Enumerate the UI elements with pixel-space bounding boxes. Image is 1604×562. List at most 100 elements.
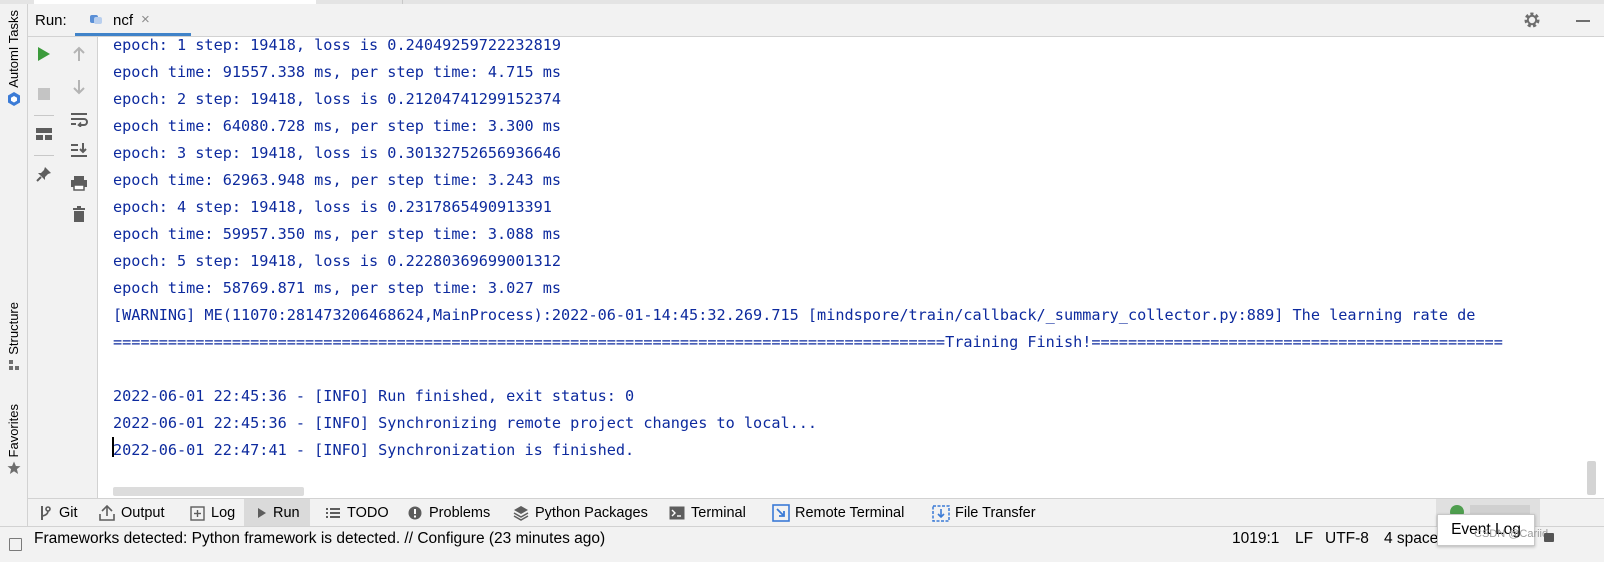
structure-icon — [8, 359, 19, 370]
console-output[interactable]: epoch: 1 step: 19418, loss is 0.24049259… — [98, 37, 1604, 498]
tab-output[interactable]: Output — [98, 499, 165, 527]
tab-remote-terminal[interactable]: Remote Terminal — [772, 499, 904, 527]
tab-log[interactable]: Log — [188, 499, 235, 527]
square-icon[interactable] — [9, 538, 22, 551]
trash-icon — [73, 206, 85, 222]
vertical-scrollbar[interactable] — [1587, 461, 1596, 495]
clear-all-button[interactable] — [66, 201, 92, 227]
rerun-button[interactable] — [31, 41, 57, 67]
soft-wrap-button[interactable] — [66, 106, 92, 132]
scroll-to-end-icon — [71, 143, 87, 157]
tab-terminal[interactable]: Terminal — [668, 499, 746, 527]
tab-git-label: Git — [59, 505, 78, 521]
info-icon — [406, 504, 424, 522]
close-icon[interactable]: × — [141, 11, 150, 28]
structure-tab[interactable]: Structure — [0, 302, 27, 371]
text-caret — [112, 437, 114, 457]
tab-file-transfer-label: File Transfer — [955, 505, 1036, 521]
run-label: Run: — [35, 12, 67, 29]
console-line: epoch: 2 step: 19418, loss is 0.21204741… — [113, 90, 562, 108]
print-icon — [71, 176, 87, 191]
git-branch-icon — [36, 504, 54, 522]
tab-problems-label: Problems — [429, 505, 491, 521]
automl-tasks-label: AutomI Tasks — [6, 10, 21, 88]
left-tool-strip: AutomI Tasks Structure Favorites — [0, 4, 28, 536]
console-line: epoch time: 59957.350 ms, per step time:… — [113, 225, 562, 243]
tab-run-label: Run — [273, 505, 300, 521]
lock-icon[interactable] — [1544, 533, 1554, 542]
favorites-label: Favorites — [6, 404, 21, 458]
console-line: epoch time: 64080.728 ms, per step time:… — [113, 117, 562, 135]
pin-icon — [36, 167, 51, 182]
console-line: epoch time: 62963.948 ms, per step time:… — [113, 171, 562, 189]
scroll-up-button[interactable] — [66, 41, 92, 67]
upload-icon — [98, 504, 116, 522]
watermark: CSDN @Cariid — [1474, 528, 1549, 540]
separator — [34, 155, 54, 156]
print-button[interactable] — [66, 170, 92, 196]
file-encoding[interactable]: UTF-8 — [1325, 530, 1369, 548]
tab-todo[interactable]: TODO — [324, 499, 389, 527]
console-line: epoch time: 91557.338 ms, per step time:… — [113, 63, 562, 81]
line-separator[interactable]: LF — [1295, 530, 1313, 548]
console-line: epoch: 5 step: 19418, loss is 0.22280369… — [113, 252, 562, 270]
automl-tasks-tab[interactable]: AutomI Tasks — [0, 10, 27, 107]
tab-todo-label: TODO — [347, 505, 389, 521]
console-line: ========================================… — [113, 333, 1503, 351]
tab-ncf[interactable]: ncf × — [75, 4, 191, 36]
console-line: 2022-06-01 22:47:41 - [INFO] Synchroniza… — [113, 441, 635, 459]
tab-file-transfer[interactable]: File Transfer — [932, 499, 1036, 527]
favorites-tab[interactable]: Favorites — [0, 404, 27, 475]
arrow-up-icon — [73, 46, 85, 61]
status-message[interactable]: Frameworks detected: Python framework is… — [34, 530, 605, 548]
hexagon-icon — [7, 91, 20, 106]
scroll-to-end-button[interactable] — [66, 137, 92, 163]
gear-icon[interactable] — [1522, 10, 1542, 30]
tool-window-tabs: Git Output Log Run TODO Problems Python … — [28, 498, 1604, 527]
console-actions-column — [61, 37, 98, 498]
console-line: epoch: 1 step: 19418, loss is 0.24049259… — [113, 37, 562, 54]
active-tab-indicator — [75, 33, 191, 36]
run-header: Run: ncf × — [28, 4, 1604, 37]
terminal-icon — [668, 504, 686, 522]
console-line: epoch: 4 step: 19418, loss is 0.23178654… — [113, 198, 552, 216]
console-line: 2022-06-01 22:45:36 - [INFO] Run finishe… — [113, 387, 635, 405]
indent-setting[interactable]: 4 space — [1384, 530, 1438, 548]
remote-terminal-icon — [772, 504, 790, 522]
play-icon — [256, 504, 268, 522]
play-icon — [38, 47, 50, 61]
console-line: epoch time: 58769.871 ms, per step time:… — [113, 279, 562, 297]
file-transfer-icon — [932, 504, 950, 522]
console-line: 2022-06-01 22:45:36 - [INFO] Synchronizi… — [113, 414, 818, 432]
tab-git[interactable]: Git — [36, 499, 78, 527]
python-config-icon — [90, 15, 102, 24]
caret-position[interactable]: 1019:1 — [1232, 530, 1279, 548]
console-line: epoch: 3 step: 19418, loss is 0.30132752… — [113, 144, 562, 162]
horizontal-scrollbar[interactable] — [113, 487, 304, 496]
status-bar: Frameworks detected: Python framework is… — [0, 526, 1604, 562]
layout-button[interactable] — [31, 121, 57, 147]
tab-log-label: Log — [211, 505, 236, 521]
scroll-down-button[interactable] — [66, 74, 92, 100]
star-icon — [7, 461, 20, 475]
layers-icon — [512, 504, 530, 522]
structure-label: Structure — [6, 302, 21, 355]
layout-icon — [36, 128, 52, 140]
tab-problems[interactable]: Problems — [406, 499, 490, 527]
stop-button[interactable] — [31, 81, 57, 107]
list-icon — [324, 504, 342, 522]
stop-icon — [38, 88, 50, 100]
tab-python-packages[interactable]: Python Packages — [512, 499, 648, 527]
pin-button[interactable] — [31, 161, 57, 187]
minimize-icon[interactable] — [1576, 20, 1590, 22]
console-warning-line: [WARNING] ME(11070:281473206468624,MainP… — [113, 306, 1476, 324]
arrow-down-icon — [73, 80, 85, 95]
tab-run[interactable]: Run — [244, 499, 310, 527]
run-actions-column — [28, 37, 60, 498]
tab-output-label: Output — [121, 505, 165, 521]
tab-terminal-label: Terminal — [691, 505, 746, 521]
tab-python-packages-label: Python Packages — [535, 505, 648, 521]
plus-box-icon — [188, 504, 206, 522]
separator — [34, 115, 54, 116]
tab-ncf-label: ncf — [113, 12, 134, 29]
